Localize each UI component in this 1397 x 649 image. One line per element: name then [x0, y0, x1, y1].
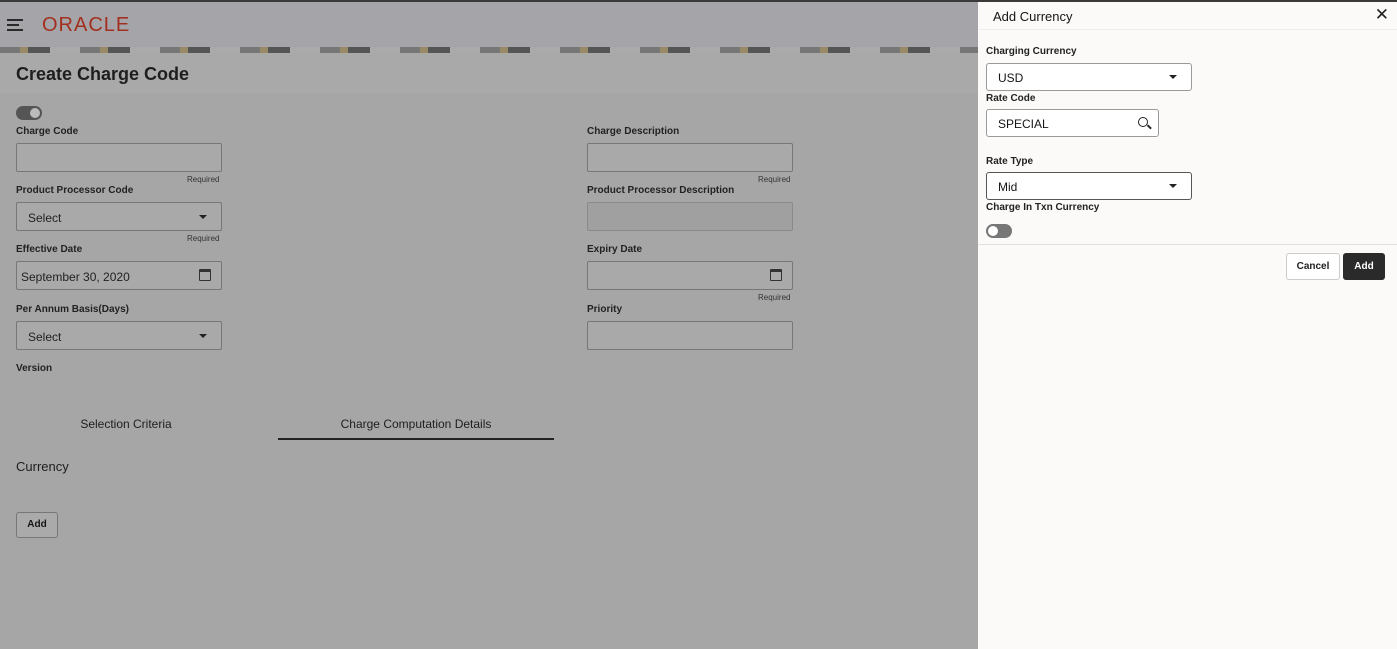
effective-date-label: Effective Date: [16, 244, 83, 255]
close-icon[interactable]: ✕: [1375, 5, 1389, 25]
product-processor-code-required: Required: [187, 234, 220, 243]
product-processor-code-label: Product Processor Code: [16, 185, 134, 196]
main-content: [0, 93, 978, 649]
rate-code-input[interactable]: SPECIAL: [986, 109, 1159, 137]
caret-down-icon: [1169, 184, 1177, 188]
charge-in-txn-currency-toggle[interactable]: [986, 224, 1012, 238]
expiry-date-input[interactable]: [587, 261, 793, 290]
calendar-icon[interactable]: [770, 269, 782, 281]
tab-selection-criteria[interactable]: Selection Criteria: [0, 417, 252, 431]
calendar-icon[interactable]: [199, 269, 211, 281]
rate-code-value: SPECIAL: [998, 117, 1049, 131]
select-value: Mid: [998, 180, 1018, 194]
effective-date-value: September 30, 2020: [21, 270, 130, 284]
select-value: Select: [28, 211, 62, 225]
select-value: Select: [28, 330, 62, 344]
tab-charge-computation-details[interactable]: Charge Computation Details: [278, 417, 554, 440]
rate-type-label: Rate Type: [986, 156, 1034, 167]
status-toggle[interactable]: [16, 106, 42, 120]
rate-code-label: Rate Code: [986, 93, 1036, 104]
caret-down-icon: [199, 215, 207, 219]
search-icon[interactable]: [1138, 117, 1148, 127]
rate-type-select[interactable]: Mid: [986, 172, 1192, 200]
panel-title: Add Currency: [993, 9, 1073, 24]
add-currency-button[interactable]: Add: [16, 512, 58, 538]
app-header: ORACLE: [0, 2, 978, 47]
priority-label: Priority: [587, 304, 623, 315]
hamburger-menu-icon[interactable]: [7, 19, 23, 31]
select-value: USD: [998, 71, 1024, 85]
charge-code-label: Charge Code: [16, 126, 79, 137]
panel-divider: [978, 244, 1397, 245]
oracle-logo: ORACLE: [42, 14, 131, 36]
charge-code-input[interactable]: [16, 143, 222, 172]
charge-description-label: Charge Description: [587, 126, 680, 137]
product-processor-description-label: Product Processor Description: [587, 185, 735, 196]
cancel-button[interactable]: Cancel: [1286, 253, 1340, 280]
page-title: Create Charge Code: [16, 64, 190, 84]
currency-section-title: Currency: [16, 459, 69, 474]
charge-description-input[interactable]: [587, 143, 793, 172]
charging-currency-label: Charging Currency: [986, 46, 1077, 57]
version-label: Version: [16, 363, 53, 374]
product-processor-description-input: [587, 202, 793, 231]
per-annum-basis-select[interactable]: Select: [16, 321, 222, 350]
expiry-date-required: Required: [758, 293, 791, 302]
panel-header: Add Currency ✕: [978, 2, 1397, 30]
product-processor-code-select[interactable]: Select: [16, 202, 222, 231]
add-button[interactable]: Add: [1343, 253, 1385, 280]
charge-description-required: Required: [758, 175, 791, 184]
effective-date-input[interactable]: September 30, 2020: [16, 261, 222, 290]
charge-code-required: Required: [187, 175, 220, 184]
charging-currency-select[interactable]: USD: [986, 63, 1192, 91]
per-annum-basis-label: Per Annum Basis(Days): [16, 304, 129, 315]
caret-down-icon: [199, 334, 207, 338]
priority-input[interactable]: [587, 321, 793, 350]
expiry-date-label: Expiry Date: [587, 244, 643, 255]
charge-in-txn-currency-label: Charge In Txn Currency: [986, 202, 1100, 213]
add-currency-panel: Add Currency ✕ Charging Currency USD Rat…: [978, 2, 1397, 649]
caret-down-icon: [1169, 75, 1177, 79]
